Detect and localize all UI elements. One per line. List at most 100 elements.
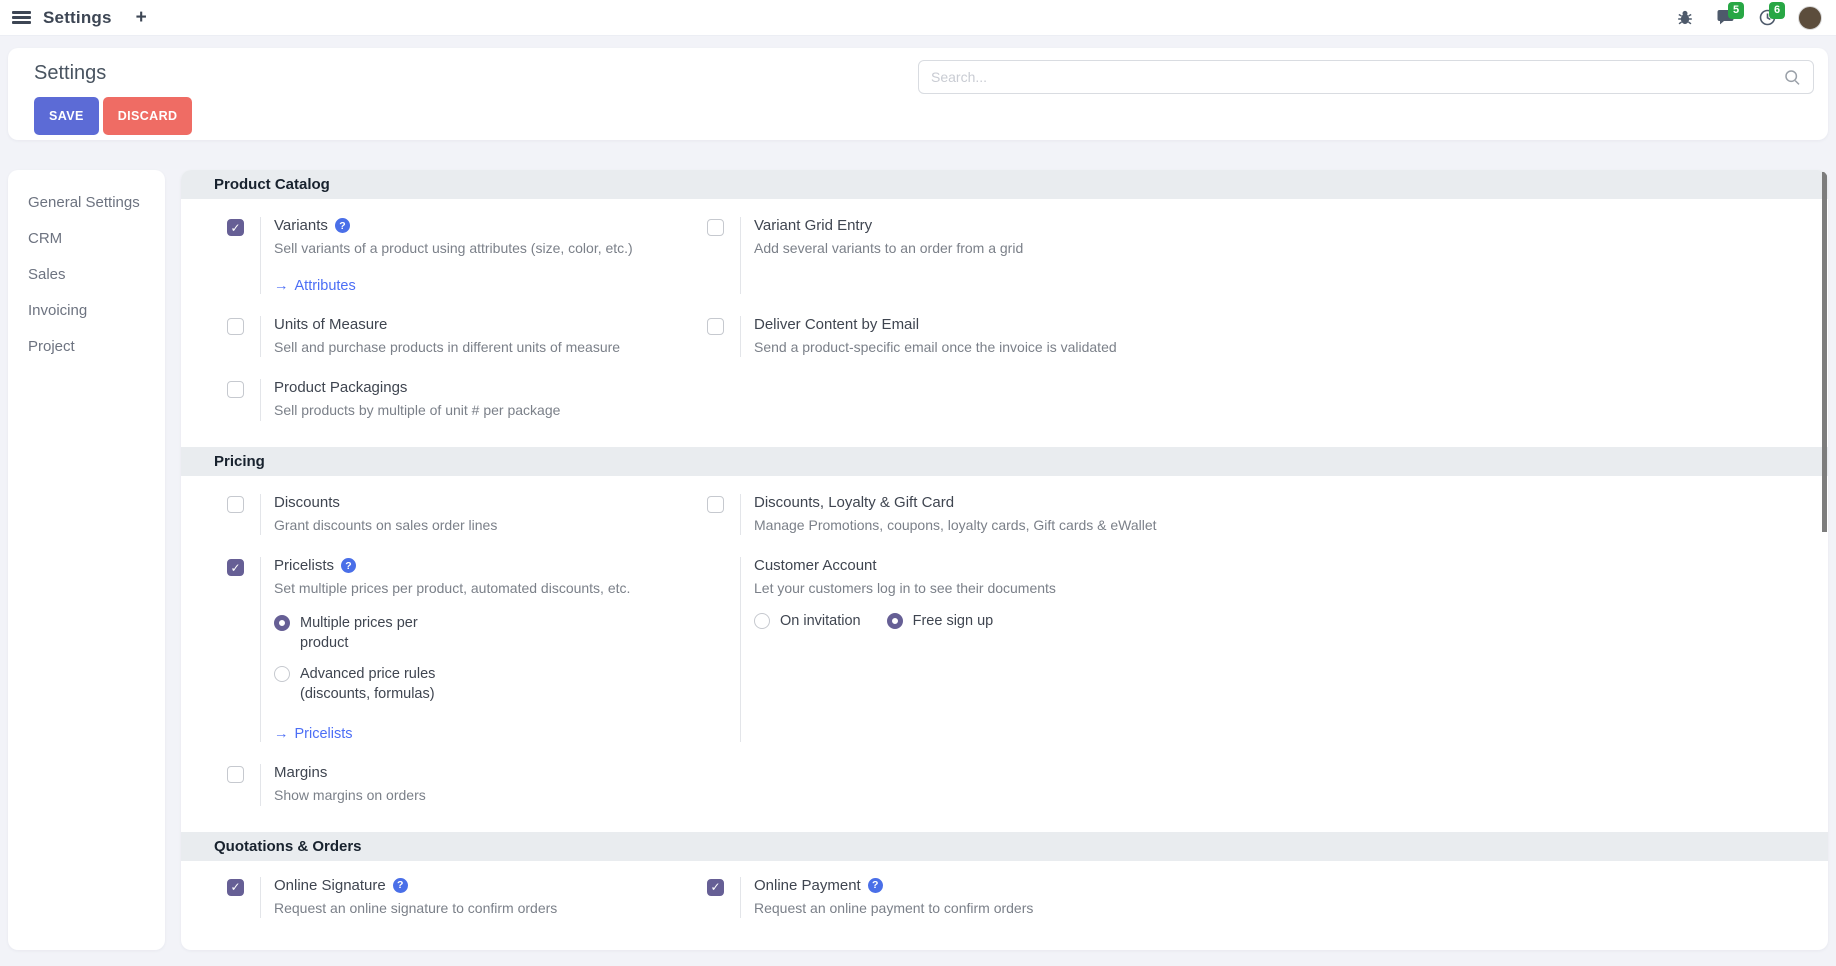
search-input[interactable] (931, 69, 1784, 85)
menu-icon[interactable] (12, 11, 31, 24)
radio-button[interactable] (754, 613, 770, 629)
help-icon[interactable]: ? (868, 878, 883, 893)
help-icon[interactable]: ? (393, 878, 408, 893)
setting-label: Discounts (274, 494, 340, 511)
bug-icon[interactable] (1675, 8, 1695, 28)
vertical-scrollbar[interactable] (1822, 172, 1827, 532)
radio-on-invitation[interactable]: On invitation (754, 611, 861, 631)
messages-icon[interactable]: 5 (1716, 8, 1736, 28)
setting-label: Units of Measure (274, 316, 387, 333)
setting-pricelists: ✓ Pricelists ? Set multiple prices per p… (214, 557, 694, 742)
setting-label: Customer Account (754, 557, 877, 574)
setting-label: Online Signature (274, 877, 386, 894)
top-navbar: Settings + 5 6 (0, 0, 1836, 36)
search-icon[interactable] (1784, 69, 1801, 86)
arrow-right-icon: → (274, 278, 289, 294)
radio-advanced-price-rules[interactable]: Advanced price rules (discounts, formula… (274, 664, 630, 705)
empty-cell (694, 764, 1828, 806)
setting-label: Margins (274, 764, 327, 781)
pricelists-link[interactable]: → Pricelists (274, 726, 630, 742)
help-icon[interactable]: ? (335, 218, 350, 233)
pricelists-checkbox[interactable]: ✓ (227, 559, 244, 576)
attributes-link[interactable]: → Attributes (274, 278, 633, 294)
setting-variant-grid-entry: Variant Grid Entry Add several variants … (694, 217, 1828, 294)
setting-description: Send a product-specific email once the i… (754, 338, 1117, 358)
plus-icon[interactable]: + (136, 8, 147, 27)
setting-discounts-loyalty-gift-card: Discounts, Loyalty & Gift Card Manage Pr… (694, 494, 1828, 536)
deliver-content-checkbox[interactable] (707, 318, 724, 335)
online-payment-checkbox[interactable]: ✓ (707, 879, 724, 896)
sidebar-item-invoicing[interactable]: Invoicing (28, 302, 165, 319)
setting-product-packagings: Product Packagings Sell products by mult… (214, 379, 694, 421)
activities-icon[interactable]: 6 (1757, 8, 1777, 28)
radio-button[interactable] (274, 666, 290, 682)
units-of-measure-checkbox[interactable] (227, 318, 244, 335)
setting-description: Request an online payment to confirm ord… (754, 899, 1033, 919)
product-packagings-checkbox[interactable] (227, 381, 244, 398)
empty-cell (694, 379, 1828, 421)
section-header-quotations-orders: Quotations & Orders (181, 832, 1828, 861)
setting-description: Sell variants of a product using attribu… (274, 239, 633, 259)
sidebar-item-crm[interactable]: CRM (28, 230, 165, 247)
setting-description: Set multiple prices per product, automat… (274, 579, 630, 599)
radio-button[interactable] (274, 615, 290, 631)
app-title: Settings (43, 8, 112, 28)
setting-description: Show margins on orders (274, 786, 426, 806)
setting-description: Manage Promotions, coupons, loyalty card… (754, 516, 1157, 536)
variant-grid-entry-checkbox[interactable] (707, 219, 724, 236)
setting-label: Variants (274, 217, 328, 234)
radio-button[interactable] (887, 613, 903, 629)
setting-online-signature: ✓ Online Signature ? Request an online s… (214, 877, 694, 919)
setting-description: Sell and purchase products in different … (274, 338, 620, 358)
sidebar-item-general-settings[interactable]: General Settings (28, 194, 165, 211)
setting-discounts: Discounts Grant discounts on sales order… (214, 494, 694, 536)
setting-row: ✓ Variants ? Sell variants of a product … (214, 217, 1828, 294)
radio-free-sign-up[interactable]: Free sign up (887, 611, 994, 631)
save-button[interactable]: SAVE (34, 97, 99, 135)
discard-button[interactable]: DISCARD (103, 97, 193, 135)
setting-description: Sell products by multiple of unit # per … (274, 401, 560, 421)
setting-row: ✓ Pricelists ? Set multiple prices per p… (214, 557, 1828, 742)
setting-row: Discounts Grant discounts on sales order… (214, 494, 1828, 536)
online-signature-checkbox[interactable]: ✓ (227, 879, 244, 896)
settings-content: Product Catalog ✓ Variants ? Sell varian… (181, 170, 1828, 950)
user-avatar[interactable] (1798, 6, 1822, 30)
checkbox-spacer (694, 557, 740, 742)
setting-description: Request an online signature to confirm o… (274, 899, 557, 919)
messages-badge: 5 (1728, 2, 1744, 19)
setting-label: Discounts, Loyalty & Gift Card (754, 494, 954, 511)
margins-checkbox[interactable] (227, 766, 244, 783)
setting-row: Margins Show margins on orders (214, 764, 1828, 806)
settings-sidebar: General Settings CRM Sales Invoicing Pro… (8, 170, 165, 950)
setting-description: Let your customers log in to see their d… (754, 579, 1056, 599)
control-panel: Settings SAVE DISCARD (8, 48, 1828, 140)
setting-customer-account: Customer Account Let your customers log … (694, 557, 1828, 742)
setting-row: ✓ Online Signature ? Request an online s… (214, 877, 1828, 919)
sidebar-item-project[interactable]: Project (28, 338, 165, 355)
setting-label: Deliver Content by Email (754, 316, 919, 333)
setting-label: Pricelists (274, 557, 334, 574)
setting-description: Add several variants to an order from a … (754, 239, 1023, 259)
help-icon[interactable]: ? (341, 558, 356, 573)
variants-checkbox[interactable]: ✓ (227, 219, 244, 236)
setting-row: Units of Measure Sell and purchase produ… (214, 316, 1828, 358)
setting-label: Variant Grid Entry (754, 217, 872, 234)
setting-units-of-measure: Units of Measure Sell and purchase produ… (214, 316, 694, 358)
setting-margins: Margins Show margins on orders (214, 764, 694, 806)
section-header-pricing: Pricing (181, 447, 1828, 476)
setting-label: Product Packagings (274, 379, 407, 396)
setting-label: Online Payment (754, 877, 861, 894)
discounts-checkbox[interactable] (227, 496, 244, 513)
search-box[interactable] (918, 60, 1814, 94)
section-header-product-catalog: Product Catalog (181, 170, 1828, 199)
setting-online-payment: ✓ Online Payment ? Request an online pay… (694, 877, 1828, 919)
sidebar-item-sales[interactable]: Sales (28, 266, 165, 283)
radio-multiple-prices[interactable]: Multiple prices per product (274, 613, 630, 654)
arrow-right-icon: → (274, 726, 289, 742)
setting-description: Grant discounts on sales order lines (274, 516, 497, 536)
setting-row: Product Packagings Sell products by mult… (214, 379, 1828, 421)
setting-variants: ✓ Variants ? Sell variants of a product … (214, 217, 694, 294)
setting-deliver-content-by-email: Deliver Content by Email Send a product-… (694, 316, 1828, 358)
loyalty-checkbox[interactable] (707, 496, 724, 513)
activities-badge: 6 (1769, 2, 1785, 19)
